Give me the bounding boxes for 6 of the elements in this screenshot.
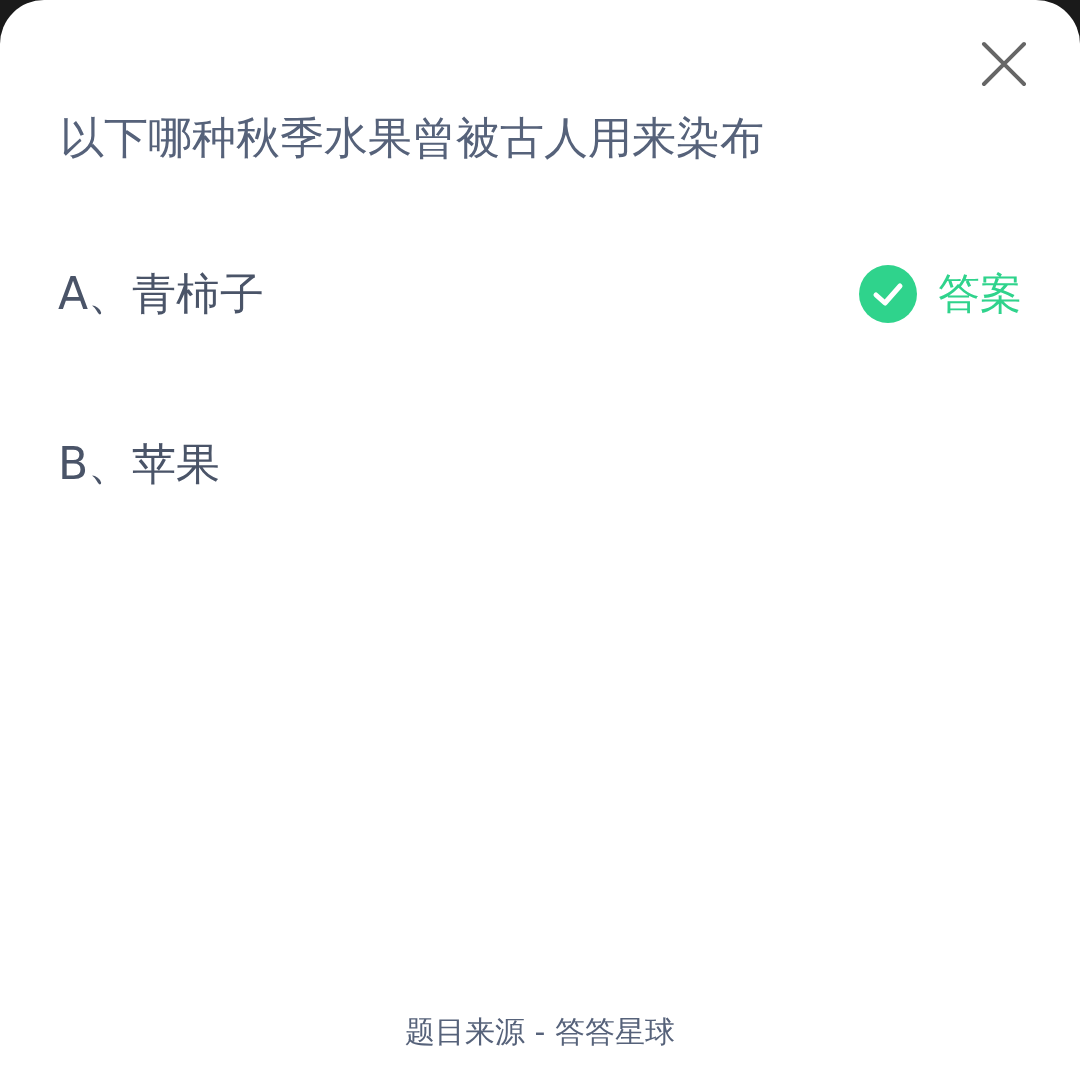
option-text[interactable]: B、苹果 [58,434,221,494]
source-footer: 题目来源 - 答答星球 [405,1010,675,1054]
answer-label: 答案 [938,268,1022,320]
close-icon[interactable] [980,40,1028,88]
option-text[interactable]: A、青柿子 [58,264,265,324]
question-title: 以下哪种秋季水果曾被古人用来染布 [60,111,764,165]
